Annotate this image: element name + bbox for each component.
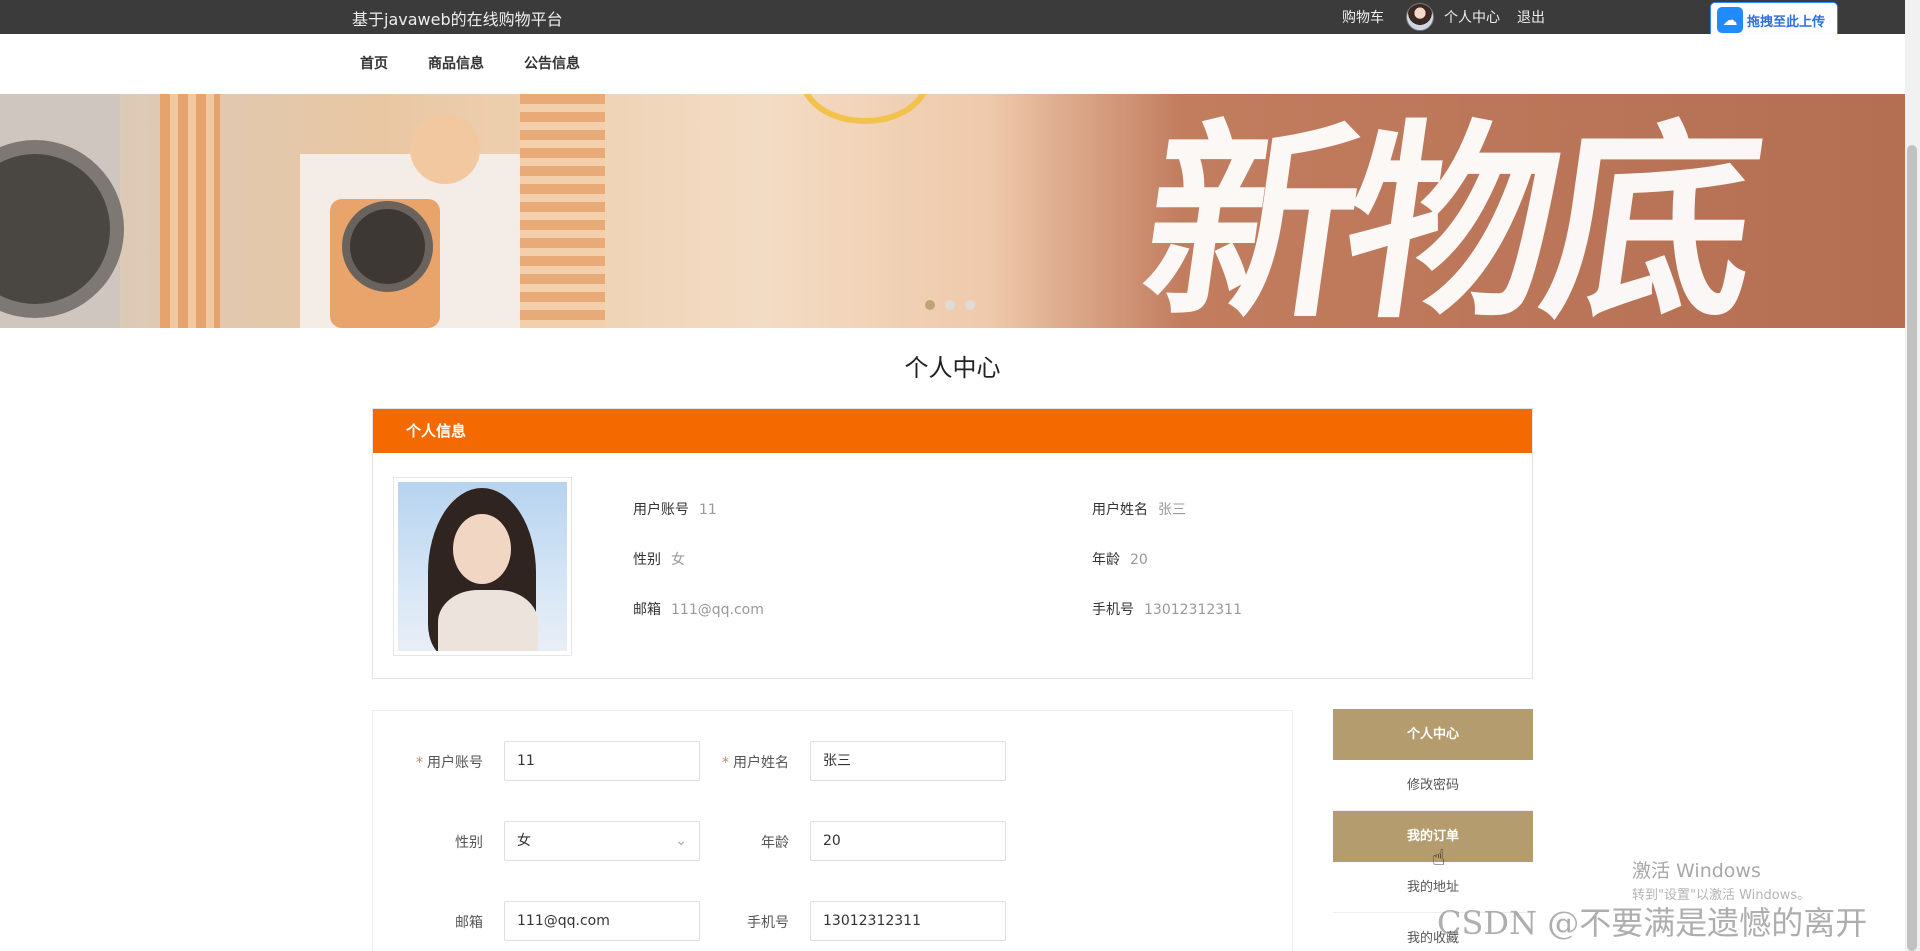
upload-button-label: 拖拽至此上传 bbox=[1747, 14, 1826, 30]
age-input[interactable]: 20 bbox=[810, 821, 1006, 861]
personal-info-card: 个人信息 用户账号 11 用户姓名 张三 性别女 年龄 20 邮箱 111@qq.com… bbox=[372, 408, 1533, 679]
nav-home[interactable]: 首页 bbox=[360, 53, 388, 73]
info-age: 年龄 20 bbox=[1092, 552, 1148, 568]
carousel-dot-3[interactable] bbox=[965, 300, 975, 310]
speaker-graphic-2 bbox=[350, 209, 425, 284]
banner-stripes-2 bbox=[520, 94, 605, 328]
cloud-icon: ☁ bbox=[1717, 7, 1743, 33]
phone-input[interactable]: 13012312311 bbox=[810, 901, 1006, 941]
page-title: 个人中心 bbox=[904, 354, 1001, 382]
email-input[interactable]: 111@qq.com bbox=[504, 901, 700, 941]
banner-sphere bbox=[410, 114, 480, 184]
gender-select[interactable]: 女 ⌄ bbox=[504, 821, 700, 861]
info-gender: 性别女 bbox=[633, 552, 685, 568]
banner-stripes bbox=[160, 94, 220, 328]
nav-announcements[interactable]: 公告信息 bbox=[524, 53, 580, 73]
account-label: * 用户账号 bbox=[416, 755, 483, 771]
main-nav: 首页 商品信息 公告信息 bbox=[0, 34, 1905, 94]
top-bar: 基于javaweb的在线购物平台 购物车 个人中心 退出 ☁ 拖拽至此上传 bbox=[0, 0, 1905, 38]
upload-button[interactable]: ☁ 拖拽至此上传 bbox=[1710, 2, 1838, 38]
age-label: 年龄 bbox=[761, 835, 789, 851]
cart-link[interactable]: 购物车 bbox=[1342, 7, 1384, 27]
menu-personal-center[interactable]: 个人中心 bbox=[1333, 709, 1533, 760]
site-title[interactable]: 基于javaweb的在线购物平台 bbox=[352, 6, 563, 30]
banner-brush-text: 新物底 bbox=[1130, 100, 1765, 328]
account-input[interactable]: 11 bbox=[504, 741, 700, 781]
carousel-dot-2[interactable] bbox=[945, 300, 955, 310]
hand-cursor-icon: ☝ bbox=[1432, 846, 1446, 871]
email-label: 邮箱 bbox=[455, 915, 483, 931]
info-phone: 手机号 13012312311 bbox=[1092, 602, 1242, 618]
logout-link[interactable]: 退出 bbox=[1517, 7, 1545, 27]
gender-label: 性别 bbox=[455, 835, 483, 851]
profile-photo bbox=[393, 477, 572, 656]
name-input[interactable]: 张三 bbox=[810, 741, 1006, 781]
avatar[interactable] bbox=[1406, 3, 1434, 31]
gender-select-value: 女 bbox=[517, 833, 531, 849]
banner-ring bbox=[800, 94, 930, 124]
carousel-dot-1[interactable] bbox=[925, 300, 935, 310]
banner-carousel[interactable]: 新物底 bbox=[0, 94, 1905, 328]
top-user-links: 购物车 个人中心 退出 bbox=[1342, 0, 1545, 34]
nav-products[interactable]: 商品信息 bbox=[428, 53, 484, 73]
info-email: 邮箱 111@qq.com bbox=[633, 602, 764, 618]
edit-profile-form: * 用户账号 11 * 用户姓名 张三 性别 女 ⌄ 年龄 20 邮箱 111@qq… bbox=[372, 710, 1293, 951]
name-label: * 用户姓名 bbox=[722, 755, 789, 771]
scrollbar-thumb[interactable] bbox=[1907, 145, 1917, 951]
info-card-header: 个人信息 bbox=[373, 409, 1532, 453]
info-name: 用户姓名 张三 bbox=[1092, 502, 1186, 518]
info-account: 用户账号 11 bbox=[633, 502, 717, 518]
menu-change-password[interactable]: 修改密码 bbox=[1333, 760, 1533, 811]
carousel-dots bbox=[925, 300, 975, 310]
windows-activation-title: 激活 Windows bbox=[1632, 860, 1761, 882]
csdn-watermark: CSDN @不要满是遗憾的离开 bbox=[1437, 904, 1868, 942]
phone-label: 手机号 bbox=[747, 915, 789, 931]
personal-center-link[interactable]: 个人中心 bbox=[1444, 7, 1500, 27]
